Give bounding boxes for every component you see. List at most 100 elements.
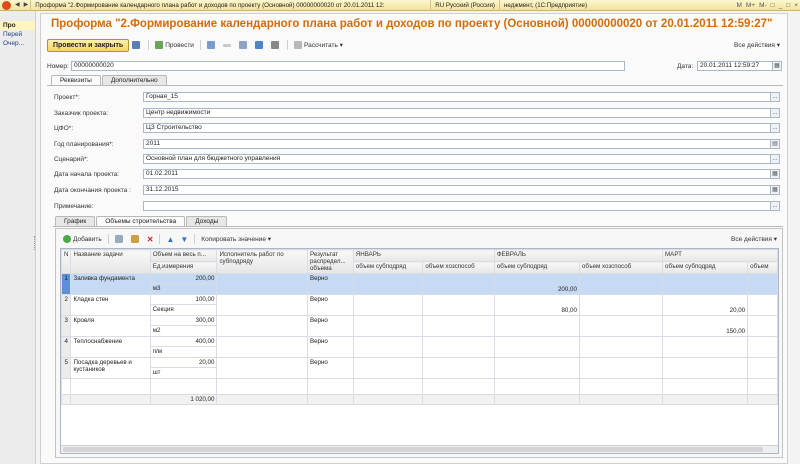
jan-own-cell[interactable] — [422, 357, 495, 379]
jan-sub-cell[interactable] — [352, 336, 424, 358]
note-select-button[interactable]: ... — [771, 201, 780, 211]
unit-cell[interactable]: п/м — [149, 346, 218, 358]
col-february-header[interactable]: ФЕВРАЛЬ — [493, 249, 664, 262]
col-name-header[interactable]: Название задачи — [70, 249, 151, 274]
table-row[interactable]: 1 Заливка фундамента 200,00 Верно 200,00 — [61, 273, 778, 295]
report-button[interactable] — [252, 39, 268, 51]
task-name[interactable]: Заливка фундамента — [70, 273, 151, 295]
sidebar-item-goto[interactable]: Перей — [0, 30, 35, 39]
minus-button[interactable] — [220, 39, 236, 51]
table-row[interactable]: 5 Посадка деревьев и кустаников 20,00 Ве… — [61, 357, 778, 379]
memory-minus-icon[interactable]: M- — [757, 0, 769, 11]
mar-own-cell[interactable] — [747, 273, 778, 295]
feb-own-cell[interactable] — [578, 273, 664, 295]
cfo-select-button[interactable]: ... — [771, 123, 780, 133]
table-row[interactable]: 2 Кладка стен 100,00 Верно 80,00 20,00 — [61, 294, 778, 316]
jan-own-cell[interactable] — [422, 336, 495, 358]
jan-sub-cell[interactable] — [352, 357, 424, 379]
project-select-button[interactable]: ... — [771, 92, 780, 102]
executor-cell[interactable] — [216, 273, 308, 295]
goto-button[interactable] — [204, 39, 220, 51]
jan-own-cell[interactable] — [422, 273, 495, 295]
feb-sub-cell[interactable] — [493, 336, 580, 358]
document-tab-title[interactable]: Проформа "2.Формирование календарного пл… — [30, 0, 430, 11]
sidebar-item-proforma[interactable]: Про — [0, 21, 35, 30]
planning-year-field[interactable]: 2011 — [143, 139, 771, 149]
close-icon[interactable]: × — [792, 0, 800, 11]
volume-cell[interactable]: 400,00 — [149, 336, 218, 347]
start-date-calendar-button[interactable]: ▦ — [771, 169, 780, 179]
col-march-header[interactable]: МАРТ — [662, 249, 778, 262]
forward-icon[interactable]: ▶ — [22, 1, 31, 9]
mar-sub-cell[interactable]: 20,00 — [662, 294, 749, 316]
col-feb-own-header[interactable]: объем хозспособ — [578, 261, 664, 274]
mar-sub-cell[interactable]: 150,00 — [662, 315, 749, 337]
col-january-header[interactable]: ЯНВАРЬ — [352, 249, 495, 262]
unit-cell[interactable]: шт — [149, 367, 218, 379]
feb-sub-cell[interactable]: 200,00 — [493, 273, 580, 295]
mar-sub-cell[interactable] — [662, 357, 749, 379]
number-field[interactable]: 00000000020 — [71, 61, 625, 71]
app-logo-icon[interactable] — [2, 0, 11, 10]
executor-cell[interactable] — [216, 357, 308, 379]
note-field[interactable] — [143, 201, 771, 211]
feb-sub-cell[interactable]: 80,00 — [493, 294, 580, 316]
planning-year-select-button[interactable]: ▤ — [771, 139, 780, 149]
copy-row-button[interactable] — [112, 233, 128, 245]
minimize-icon[interactable]: _ — [777, 0, 785, 11]
executor-cell[interactable] — [216, 336, 308, 358]
customer-select-button[interactable]: ... — [771, 108, 780, 118]
copy-value-button[interactable]: Копировать значение ▾ — [198, 233, 274, 245]
mar-sub-cell[interactable] — [662, 273, 749, 295]
maximize-icon[interactable]: □ — [784, 0, 792, 11]
jan-own-cell[interactable] — [422, 315, 495, 337]
unit-cell[interactable]: Секция — [149, 304, 218, 316]
col-mar-own-header[interactable]: объем — [747, 261, 778, 274]
jan-sub-cell[interactable] — [352, 315, 424, 337]
col-jan-sub-header[interactable]: объем субподряд — [352, 261, 424, 274]
col-n-header[interactable]: N — [61, 249, 72, 274]
print-button[interactable] — [268, 39, 284, 51]
start-date-field[interactable]: 01.02.2011 — [143, 169, 771, 179]
tab-schedule[interactable]: График — [55, 216, 96, 226]
restore-icon[interactable]: □ — [769, 0, 777, 11]
table-all-actions-button[interactable]: Все действия ▾ — [728, 233, 780, 245]
sidebar-resize-handle[interactable] — [34, 236, 36, 250]
unit-cell[interactable]: м3 — [149, 283, 218, 295]
structure-button[interactable] — [236, 39, 252, 51]
add-row-button[interactable]: Добавить — [60, 233, 105, 245]
task-name[interactable]: Кровля — [70, 315, 151, 337]
table-row[interactable]: 3 Кровля 300,00 Верно 150,00 — [61, 315, 778, 337]
col-result-header[interactable]: Результат распредел... объема — [306, 249, 354, 274]
jan-sub-cell[interactable] — [352, 294, 424, 316]
feb-sub-cell[interactable] — [493, 357, 580, 379]
unit-cell[interactable]: м2 — [149, 325, 218, 337]
feb-own-cell[interactable] — [578, 294, 664, 316]
post-and-close-button[interactable]: Провести и закрыть — [47, 38, 130, 52]
edit-row-button[interactable] — [128, 233, 144, 245]
delete-row-button[interactable]: ✕ — [144, 233, 157, 245]
calculate-button[interactable]: Рассчитать ▾ — [291, 39, 346, 51]
col-executor-header[interactable]: Исполнитель работ по субподряду — [216, 249, 308, 274]
col-unit-header[interactable]: Ед.измерения — [149, 261, 218, 274]
jan-own-cell[interactable] — [422, 294, 495, 316]
language-indicator[interactable]: RU Русский (Россия) — [430, 0, 499, 11]
col-jan-own-header[interactable]: объем хозспособ — [422, 261, 495, 274]
mar-own-cell[interactable] — [747, 357, 778, 379]
task-name[interactable]: Теплоснабжение — [70, 336, 151, 358]
date-field[interactable]: 20.01.2011 12:59:27 — [697, 61, 773, 71]
feb-own-cell[interactable] — [578, 336, 664, 358]
volume-cell[interactable]: 20,00 — [149, 357, 218, 368]
feb-own-cell[interactable] — [578, 357, 664, 379]
feb-sub-cell[interactable] — [493, 315, 580, 337]
move-down-button[interactable]: ▼ — [177, 233, 191, 245]
volume-cell[interactable]: 300,00 — [149, 315, 218, 326]
executor-cell[interactable] — [216, 294, 308, 316]
task-name[interactable]: Кладка стен — [70, 294, 151, 316]
table-row[interactable]: 4 Теплоснабжение 400,00 Верно — [61, 336, 778, 358]
tab-additional[interactable]: Дополнительно — [101, 75, 167, 85]
memory-plus-icon[interactable]: M+ — [744, 0, 757, 11]
all-actions-button[interactable]: Все действия ▾ — [731, 39, 783, 51]
back-icon[interactable]: ◀ — [13, 1, 22, 9]
scrollbar-thumb[interactable] — [63, 447, 763, 452]
